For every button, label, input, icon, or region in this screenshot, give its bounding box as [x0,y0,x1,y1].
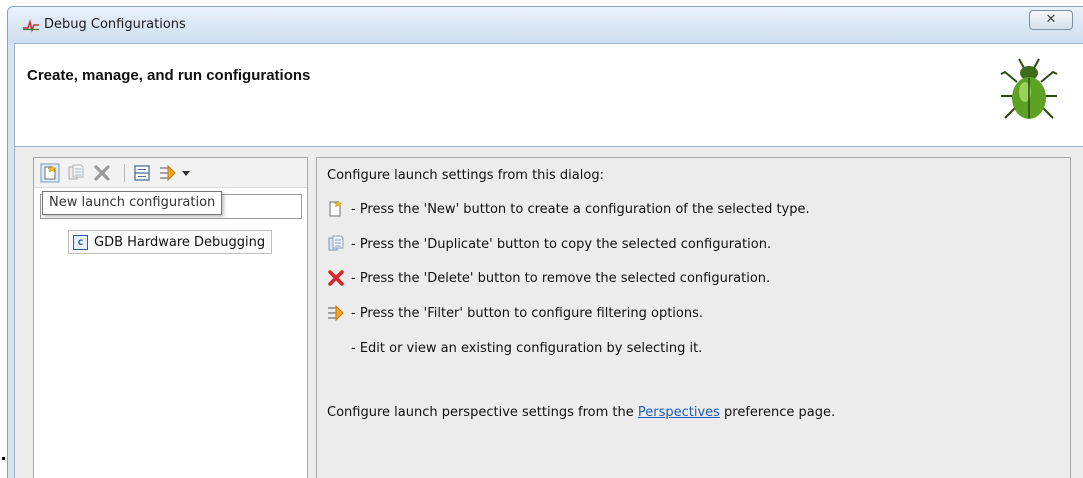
help-text-delete: - Press the 'Delete' button to remove th… [351,270,771,286]
tree-item-label: GDB Hardware Debugging [94,234,266,250]
help-line-edit: - Edit or view an existing configuration… [351,337,702,359]
debug-configurations-window: Debug Configurations ✕ Create, manage, a… [7,6,1083,478]
help-text-filter: - Press the 'Filter' button to configure… [351,305,704,321]
tree-item-gdb-hardware-debugging[interactable]: c GDB Hardware Debugging [68,230,273,254]
header-title: Create, manage, and run configurations [27,67,311,84]
new-launch-configuration-tooltip: New launch configuration [42,191,223,215]
new-launch-configuration-button[interactable] [40,163,60,183]
window-title: Debug Configurations [44,17,186,32]
help-text-new: - Press the 'New' button to create a con… [351,201,810,217]
screen-artifact-dot [2,457,5,460]
toolbar-separator [124,164,125,182]
help-line-filter: - Press the 'Filter' button to configure… [327,302,703,324]
new-icon [329,200,343,217]
perspective-suffix: preference page. [719,405,836,420]
delete-icon [328,270,344,286]
view-menu-chevron-down-icon[interactable] [180,163,192,183]
c-config-icon: c [73,234,88,250]
filter-button[interactable] [158,163,178,183]
help-text-duplicate: - Press the 'Duplicate' button to copy t… [351,236,772,252]
perspective-prefix: Configure launch perspective settings fr… [327,405,638,420]
help-line-delete: - Press the 'Delete' button to remove th… [327,267,770,289]
configuration-tree-panel: New launch configuration c GDB Hardware … [33,157,308,478]
close-button[interactable]: ✕ [1029,10,1073,30]
help-line-new: - Press the 'New' button to create a con… [327,198,810,220]
perspective-settings-text: Configure launch perspective settings fr… [327,405,835,420]
help-line-duplicate: - Press the 'Duplicate' button to copy t… [327,233,771,255]
duplicate-button[interactable] [66,163,86,183]
intro-text: Configure launch settings from this dial… [327,168,604,183]
tree-toolbar [34,158,307,188]
info-panel: Configure launch settings from this dial… [316,157,1071,478]
help-text-edit: - Edit or view an existing configuration… [351,340,703,356]
collapse-all-button[interactable] [132,163,152,183]
delete-button[interactable] [92,163,112,183]
duplicate-icon [328,235,344,251]
title-bar[interactable]: Debug Configurations ✕ [8,7,1083,43]
dialog-body: New launch configuration c GDB Hardware … [14,147,1083,478]
dialog-header: Create, manage, and run configurations [14,43,1083,147]
perspectives-link[interactable]: Perspectives [638,405,720,420]
debug-app-icon [23,19,39,33]
close-icon: ✕ [1045,12,1057,27]
bug-icon [1000,58,1058,119]
filter-icon [328,304,344,322]
